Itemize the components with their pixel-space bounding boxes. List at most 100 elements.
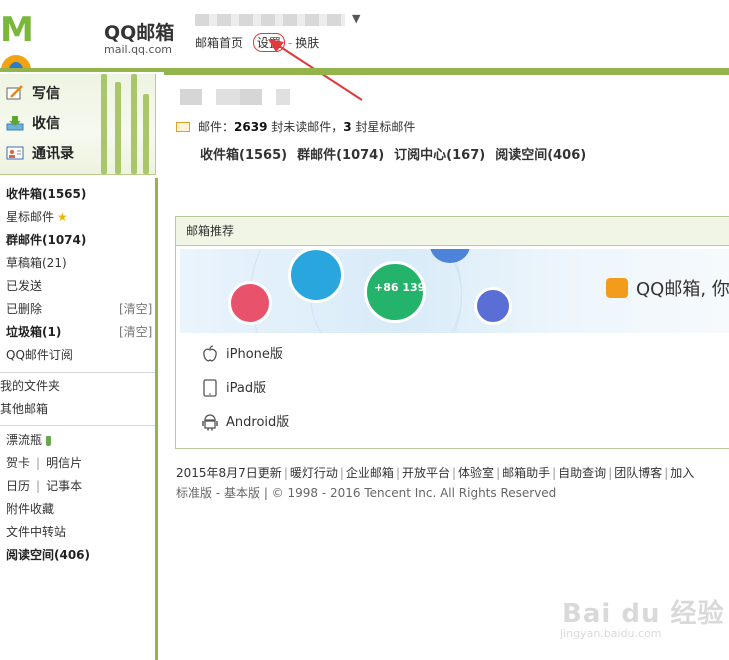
footer-update-link[interactable]: 2015年8月7日更新 <box>176 466 282 480</box>
folder-inbox[interactable]: 收件箱(1565) <box>6 184 86 204</box>
contacts-label: 通讯录 <box>32 146 74 162</box>
star-count[interactable]: 3 <box>343 120 351 134</box>
ipad-link[interactable]: iPad版 <box>202 378 267 399</box>
folder-spam[interactable]: 垃圾箱(1) [清空] <box>6 322 156 342</box>
folder-spam-label: 垃圾箱(1) <box>6 325 62 339</box>
logo-url: mail.qq.com <box>104 43 173 56</box>
unread-text: 封未读邮件， <box>267 120 344 134</box>
recommend-title: 邮箱推荐 <box>186 224 235 238</box>
android-label: Android版 <box>226 415 290 430</box>
watermark-url: jingyan.baidu.com <box>560 627 662 640</box>
main-top-border <box>164 72 729 75</box>
folder-drafts[interactable]: 草稿箱(21) <box>6 253 67 273</box>
drift-bottle-label: 漂流瓶 <box>6 433 43 447</box>
main-content: 邮件：2639 封未读邮件，3 封星标邮件 收件箱(1565) 群邮件(1074)… <box>164 72 729 660</box>
folder-subscription[interactable]: QQ邮件订阅 <box>6 345 73 365</box>
footer-team-blog-link[interactable]: 团队博客 <box>614 466 662 480</box>
compose-button[interactable]: 写信 <box>6 82 60 106</box>
clear-spam-link[interactable]: [清空] <box>119 322 152 342</box>
footer-links: 2015年8月7日更新 | 暖灯行动 | 企业邮箱 | 开放平台 | 体验室 | 邮箱助手 | 自助查询… <box>176 466 695 480</box>
folder-sent[interactable]: 已发送 <box>6 276 42 296</box>
footer-enterprise-link[interactable]: 企业邮箱 <box>346 466 394 480</box>
folder-starred-label: 星标邮件 <box>6 210 55 224</box>
file-transfer-link[interactable]: 文件中转站 <box>6 522 66 542</box>
calendar-bubble-icon <box>228 281 272 325</box>
my-folders-label: 我的文件夹 <box>0 379 61 393</box>
receive-button[interactable]: 收信 <box>6 112 60 136</box>
divider <box>0 372 155 373</box>
drift-bottle-link[interactable]: 漂流瓶 <box>6 430 52 450</box>
attachment-bubble-icon <box>474 287 512 325</box>
footer-lab-link[interactable]: 体验室 <box>458 466 494 480</box>
folder-starred[interactable]: 星标邮件 ★ <box>6 207 68 227</box>
mail-summary: 邮件：2639 封未读邮件，3 封星标邮件 <box>176 118 415 135</box>
other-mailboxes-toggle[interactable]: 其他邮箱 <box>0 399 48 419</box>
greeting-card-link[interactable]: 贺卡 <box>6 456 30 470</box>
ipad-icon <box>203 378 217 397</box>
qq-mail-icon <box>606 278 628 298</box>
shortcut-group-mail[interactable]: 群邮件(1074) <box>297 148 384 163</box>
footer-open-platform-link[interactable]: 开放平台 <box>402 466 450 480</box>
logo-title: QQ邮箱 <box>104 22 175 44</box>
attachments-link[interactable]: 附件收藏 <box>6 499 54 519</box>
inbox-download-icon <box>6 116 24 131</box>
reading-space-link[interactable]: 阅读空间(406) <box>6 545 90 565</box>
calendar-links: 日历 | 记事本 <box>6 479 83 493</box>
apple-icon <box>203 344 217 361</box>
bamboo-decoration <box>93 74 153 174</box>
folder-deleted[interactable]: 已删除 [清空] <box>6 299 156 319</box>
shortcut-inbox[interactable]: 收件箱(1565) <box>200 148 287 163</box>
standard-version-link[interactable]: 标准版 <box>176 486 212 500</box>
envelope-icon <box>176 121 190 132</box>
baidu-watermark: Bai du 经验 jingyan.baidu.com <box>558 583 724 643</box>
calendar-link[interactable]: 日历 <box>6 479 30 493</box>
footer-join-link[interactable]: 加入 <box>670 466 694 480</box>
notebook-link[interactable]: 记事本 <box>46 479 82 493</box>
phone-badge: +86 139 <box>374 281 426 294</box>
footer-warm-light-link[interactable]: 暖灯行动 <box>290 466 338 480</box>
banner-slogan-text: QQ邮箱, 你能 <box>636 279 729 300</box>
shortcut-reading-space[interactable]: 阅读空间(406) <box>495 148 586 163</box>
iphone-link[interactable]: iPhone版 <box>202 344 283 365</box>
recommend-panel: 邮箱推荐 +86 139 QQ邮箱, 你能 iPhone版 iPad版 Andr… <box>175 216 729 449</box>
unread-count[interactable]: 2639 <box>234 120 267 134</box>
compose-label: 写信 <box>32 86 60 102</box>
sidebar: 写信 收信 通讯录 收件箱(1565) 星标邮件 ★ 群邮件(1074) 草稿箱(… <box>0 72 158 660</box>
bottle-icon <box>46 435 52 446</box>
shortcut-subscription-center[interactable]: 订阅中心(167) <box>394 148 485 163</box>
star-text: 封星标邮件 <box>351 120 416 134</box>
summary-prefix: 邮件： <box>198 120 235 134</box>
footer-self-service-link[interactable]: 自助查询 <box>558 466 606 480</box>
footer-dash: - <box>212 486 224 500</box>
android-icon <box>202 413 218 430</box>
copyright-text: | © 1998 - 2016 Tencent Inc. All Rights … <box>260 486 557 500</box>
contacts-button[interactable]: 通讯录 <box>6 142 74 166</box>
compose-icon <box>6 85 23 100</box>
account-name-blurred[interactable] <box>195 14 345 26</box>
banner-slogan: QQ邮箱, 你能 <box>606 275 729 301</box>
bird-bubble-icon <box>288 249 344 303</box>
clear-deleted-link[interactable]: [清空] <box>119 299 152 319</box>
star-icon: ★ <box>57 210 68 224</box>
android-link[interactable]: Android版 <box>202 413 289 433</box>
header: Mil QQ邮箱 mail.qq.com ▼ 邮箱首页 设置-换肤 <box>0 0 729 130</box>
other-mailboxes-label: 其他邮箱 <box>0 402 49 416</box>
footer-copyright: 标准版 - 基本版 | © 1998 - 2016 Tencent Inc. A… <box>176 484 556 501</box>
folder-group-mail[interactable]: 群邮件(1074) <box>6 230 86 250</box>
basic-version-link[interactable]: 基本版 <box>224 486 260 500</box>
contacts-icon <box>6 146 24 160</box>
folder-list: 收件箱(1565) 星标邮件 ★ 群邮件(1074) 草稿箱(21) 已发送 已删… <box>0 178 158 660</box>
folder-deleted-label: 已删除 <box>6 302 43 316</box>
recommend-header: 邮箱推荐 <box>176 217 729 246</box>
postcard-link[interactable]: 明信片 <box>46 456 82 470</box>
watermark-text: Bai du 经验 <box>562 599 725 629</box>
app-promo-banner[interactable]: +86 139 QQ邮箱, 你能 <box>180 249 729 333</box>
footer-assistant-link[interactable]: 邮箱助手 <box>502 466 550 480</box>
divider <box>0 425 155 426</box>
mailbox-home-link[interactable]: 邮箱首页 <box>195 36 243 50</box>
card-links: 贺卡 | 明信片 <box>6 456 83 470</box>
ipad-label: iPad版 <box>226 381 267 396</box>
my-folders-toggle[interactable]: 我的文件夹 <box>0 376 60 396</box>
account-dropdown-icon[interactable]: ▼ <box>352 12 360 25</box>
user-greeting-blurred <box>180 89 290 105</box>
